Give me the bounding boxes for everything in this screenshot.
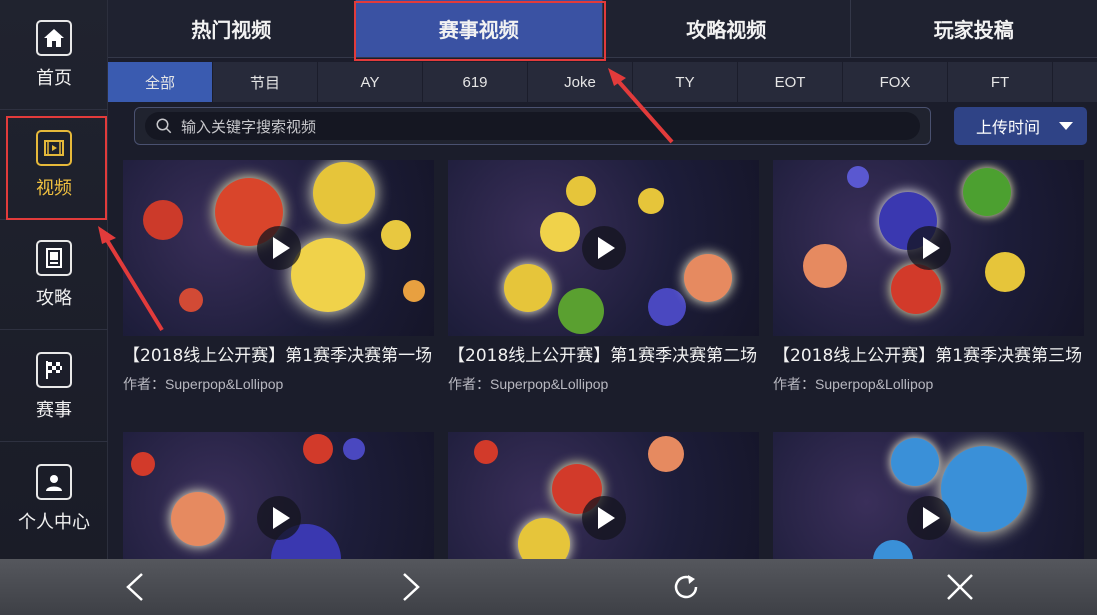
video-author: 作者：Superpop&Lollipop [773, 376, 934, 392]
tab-hot-videos[interactable]: 热门视频 [108, 0, 356, 57]
play-icon[interactable] [907, 496, 951, 540]
chevron-down-icon [1059, 122, 1073, 130]
subtab-fox[interactable]: FOX [843, 62, 947, 102]
subtab-all[interactable]: 全部 [108, 62, 212, 102]
tab-match-videos[interactable]: 赛事视频 [355, 0, 603, 57]
play-icon[interactable] [257, 496, 301, 540]
top-tab-bar: 热门视频 赛事视频 攻略视频 玩家投稿 [108, 0, 1097, 58]
sort-label: 上传时间 [976, 118, 1041, 137]
search-bar: 输入关键字搜索视频 [134, 107, 931, 145]
subtab-program[interactable]: 节目 [213, 62, 317, 102]
search-icon [156, 118, 172, 134]
video-card[interactable]: 【2018线上公开赛】第1赛季决赛第二场 作者：Superpop&Lollipo… [448, 160, 759, 394]
refresh-button[interactable] [670, 571, 702, 603]
search-placeholder: 输入关键字搜索视频 [181, 117, 317, 136]
sidebar-item-label: 视频 [36, 177, 72, 199]
back-button[interactable] [120, 571, 152, 603]
back-arrow-icon [126, 573, 143, 601]
home-icon [36, 19, 72, 56]
search-input[interactable]: 输入关键字搜索视频 [145, 112, 920, 140]
video-title[interactable]: 【2018线上公开赛】第1赛季决赛第三场 [773, 344, 1084, 368]
sort-dropdown[interactable]: 上传时间 [954, 107, 1087, 145]
sidebar-item-home[interactable]: 首页 [0, 0, 108, 110]
tab-player-submissions[interactable]: 玩家投稿 [851, 0, 1097, 57]
subtab-ft[interactable]: FT [948, 62, 1052, 102]
video-icon [36, 129, 72, 166]
video-thumbnail[interactable] [448, 160, 759, 336]
video-thumbnail[interactable] [773, 160, 1084, 336]
video-card[interactable]: 【2018线上公开赛】第1赛季决赛第三场 作者：Superpop&Lollipo… [773, 160, 1084, 394]
subtab-eot[interactable]: EOT [738, 62, 842, 102]
sidebar-item-label: 赛事 [36, 399, 72, 421]
play-icon[interactable] [582, 226, 626, 270]
refresh-icon [674, 575, 698, 599]
book-icon [36, 239, 72, 276]
user-icon [36, 464, 72, 500]
sub-tab-bar: 全部 节目 AY 619 Joke TY EOT FOX FT [108, 62, 1097, 102]
sidebar-item-guide[interactable]: 攻略 [0, 220, 108, 330]
play-icon[interactable] [257, 226, 301, 270]
tab-guide-videos[interactable]: 攻略视频 [603, 0, 851, 57]
sidebar-item-match[interactable]: 赛事 [0, 332, 108, 442]
checkered-flag-icon [36, 351, 72, 388]
subtab-ty[interactable]: TY [633, 62, 737, 102]
play-icon[interactable] [907, 226, 951, 270]
subtab-joke[interactable]: Joke [528, 62, 632, 102]
sidebar-item-label: 个人中心 [18, 512, 90, 533]
subtab-ay[interactable]: AY [318, 62, 422, 102]
video-author: 作者：Superpop&Lollipop [123, 376, 284, 392]
sidebar-item-label: 首页 [36, 67, 72, 89]
subtab-619[interactable]: 619 [423, 62, 527, 102]
sidebar: 首页 视频 攻略 赛事 个人中心 [0, 0, 108, 559]
subtab-more[interactable] [1053, 62, 1097, 102]
play-icon[interactable] [582, 496, 626, 540]
close-button[interactable] [944, 571, 976, 603]
bottom-nav-bar [0, 559, 1097, 615]
video-card[interactable]: 【2018线上公开赛】第1赛季决赛第一场 作者：Superpop&Lollipo… [123, 160, 434, 394]
video-title[interactable]: 【2018线上公开赛】第1赛季决赛第一场 [123, 344, 434, 368]
sidebar-item-label: 攻略 [36, 287, 72, 309]
sidebar-item-video[interactable]: 视频 [0, 110, 108, 220]
forward-button[interactable] [394, 571, 426, 603]
video-thumbnail[interactable] [123, 160, 434, 336]
video-author: 作者：Superpop&Lollipop [448, 376, 609, 392]
close-icon [947, 574, 973, 600]
video-title[interactable]: 【2018线上公开赛】第1赛季决赛第二场 [448, 344, 759, 368]
forward-arrow-icon [403, 573, 420, 601]
sidebar-item-profile[interactable]: 个人中心 [0, 444, 108, 554]
